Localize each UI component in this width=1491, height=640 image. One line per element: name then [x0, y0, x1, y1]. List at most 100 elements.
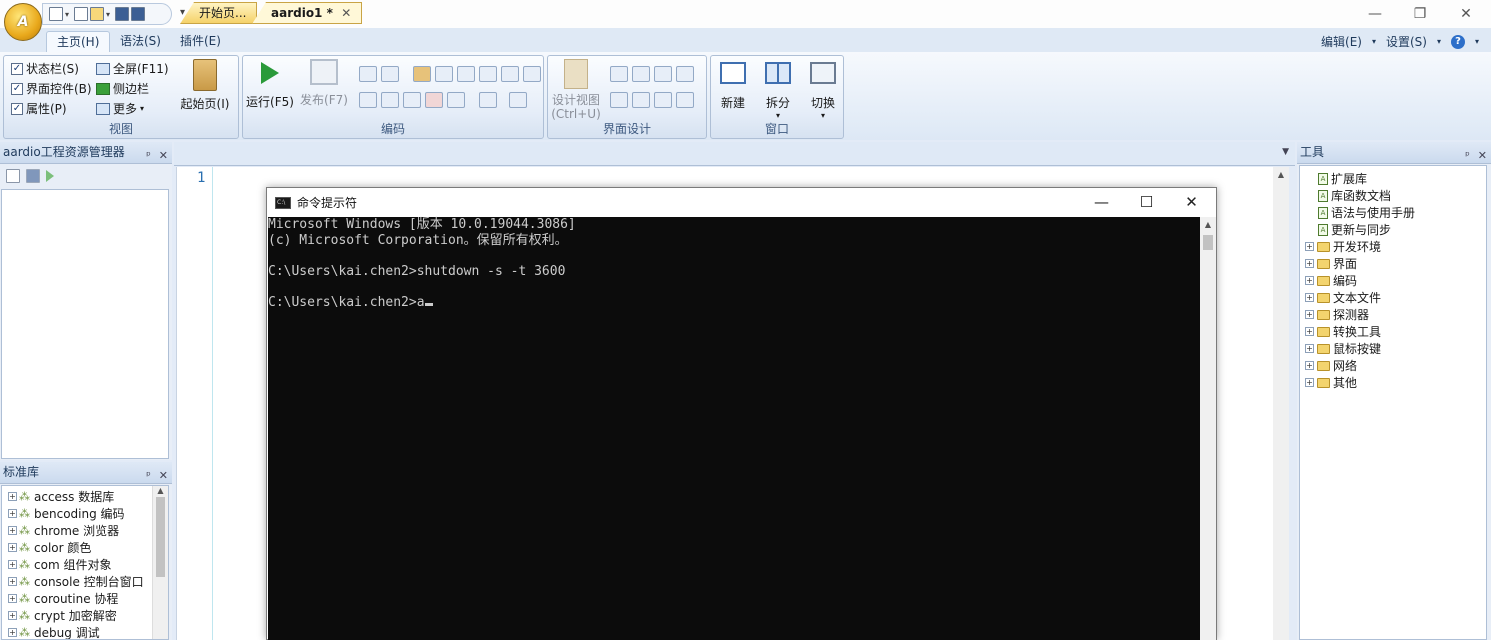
arrange-icon[interactable]: [676, 66, 694, 82]
more-button[interactable]: 更多 ▾: [96, 100, 144, 117]
list-item[interactable]: + ⁂ bencoding 编码: [2, 505, 168, 522]
cmd-maximize-button[interactable]: ☐: [1124, 188, 1169, 217]
list-item[interactable]: + ⁂ access 数据库: [2, 488, 168, 505]
expand-icon[interactable]: +: [1305, 276, 1314, 285]
close-icon[interactable]: ✕: [159, 145, 168, 166]
fullscreen-button[interactable]: 全屏(F11): [96, 60, 169, 77]
customize-qat-button[interactable]: ▾: [180, 7, 185, 18]
tree-folder-other[interactable]: + 其他: [1305, 374, 1357, 391]
save-all-icon[interactable]: [131, 7, 146, 21]
pin-icon[interactable]: ᵖ: [1465, 145, 1470, 166]
edit-menu[interactable]: 编辑(E): [1321, 33, 1362, 50]
expand-icon[interactable]: +: [8, 526, 17, 535]
help-icon[interactable]: ?: [1450, 34, 1465, 49]
expand-icon[interactable]: +: [1305, 327, 1314, 336]
tree-folder-converters[interactable]: + 转换工具: [1305, 323, 1381, 340]
close-icon[interactable]: ✕: [1478, 145, 1487, 166]
frame-icon[interactable]: [610, 92, 628, 108]
align-icon[interactable]: [610, 66, 628, 82]
library-scrollbar[interactable]: ▲: [152, 486, 168, 639]
scroll-up-icon[interactable]: ▲: [1273, 170, 1289, 179]
tree-folder-ui[interactable]: + 界面: [1305, 255, 1357, 272]
list-item[interactable]: + ⁂ console 控制台窗口: [2, 573, 168, 590]
align-center-icon[interactable]: [632, 66, 650, 82]
cmd-close-button[interactable]: ✕: [1169, 188, 1214, 217]
list-item[interactable]: + ⁂ chrome 浏览器: [2, 522, 168, 539]
undo-icon[interactable]: [447, 92, 465, 108]
list-item[interactable]: + ⁂ color 颜色: [2, 539, 168, 556]
expand-icon[interactable]: +: [8, 543, 17, 552]
close-button[interactable]: ✕: [1451, 4, 1481, 24]
split-button[interactable]: 拆分 ▾: [759, 62, 797, 120]
tree-folder-text-files[interactable]: + 文本文件: [1305, 289, 1381, 306]
scroll-thumb[interactable]: [156, 497, 165, 577]
pin-icon[interactable]: ᵖ: [146, 465, 151, 486]
close-icon[interactable]: ✕: [159, 465, 168, 486]
find-icon[interactable]: [509, 92, 527, 108]
window-go-icon[interactable]: [381, 92, 399, 108]
cmd-minimize-button[interactable]: —: [1079, 188, 1124, 217]
save-project-icon[interactable]: [26, 169, 40, 183]
expand-icon[interactable]: +: [1305, 378, 1314, 387]
chevron-down-icon[interactable]: ▾: [65, 10, 69, 19]
open-folder-icon[interactable]: [90, 7, 105, 21]
copy-icon[interactable]: [381, 66, 399, 82]
new-window-button[interactable]: 新建: [715, 62, 751, 111]
expand-icon[interactable]: +: [8, 628, 17, 637]
sidebar-button[interactable]: 侧边栏: [96, 80, 149, 97]
expand-icon[interactable]: +: [1305, 344, 1314, 353]
window-back-icon[interactable]: [403, 92, 421, 108]
expand-icon[interactable]: +: [8, 509, 17, 518]
expand-icon[interactable]: +: [8, 492, 17, 501]
paste-icon[interactable]: [413, 66, 431, 82]
start-page-button[interactable]: 起始页(I): [176, 59, 234, 112]
command-prompt-window[interactable]: C:\ 命令提示符 — ☐ ✕ Microsoft Windows [版本 10…: [266, 187, 1217, 640]
expand-icon[interactable]: +: [1305, 293, 1314, 302]
tree-item-extension-lib[interactable]: A 扩展库: [1318, 170, 1367, 187]
scroll-thumb[interactable]: [1203, 235, 1213, 250]
tab-plugins[interactable]: 插件(E): [170, 31, 231, 52]
pin-icon[interactable]: [654, 92, 672, 108]
tree-item-syntax-manual[interactable]: A 语法与使用手册: [1318, 204, 1415, 221]
run-project-icon[interactable]: [46, 170, 54, 182]
cmd-scrollbar[interactable]: ▲: [1200, 217, 1216, 640]
tree-folder-probes[interactable]: + 探测器: [1305, 306, 1369, 323]
close-tab-icon[interactable]: ✕: [341, 6, 351, 20]
tab-list-chevron-icon[interactable]: ▼: [1282, 147, 1289, 157]
uncomment-icon[interactable]: [523, 66, 541, 82]
properties-checkbox[interactable]: ✓ 属性(P): [11, 100, 67, 117]
publish-button[interactable]: 发布(F7): [299, 59, 349, 108]
cut-icon[interactable]: [359, 66, 377, 82]
console-input-line[interactable]: C:\Users\kai.chen2>a: [268, 295, 1200, 311]
new-file-icon[interactable]: [49, 7, 63, 21]
scroll-up-icon[interactable]: ▲: [153, 486, 168, 495]
app-menu-button[interactable]: A: [4, 3, 42, 41]
tab-aardio1[interactable]: aardio1 * ✕: [252, 2, 363, 24]
window-icon[interactable]: [359, 92, 377, 108]
scroll-up-icon[interactable]: ▲: [1200, 220, 1216, 229]
tree-folder-encoding[interactable]: + 编码: [1305, 272, 1357, 289]
list-item[interactable]: + ⁂ debug 调试: [2, 624, 168, 639]
tree-item-lib-docs[interactable]: A 库函数文档: [1318, 187, 1391, 204]
expand-icon[interactable]: +: [1305, 361, 1314, 370]
delete-icon[interactable]: [425, 92, 443, 108]
restore-button[interactable]: ❐: [1405, 4, 1435, 24]
tree-folder-mouse-keys[interactable]: + 鼠标按键: [1305, 340, 1381, 357]
tree-item-update-sync[interactable]: A 更新与同步: [1318, 221, 1391, 238]
project-tree[interactable]: [1, 189, 169, 459]
expand-icon[interactable]: +: [8, 577, 17, 586]
list-item[interactable]: + ⁂ coroutine 协程: [2, 590, 168, 607]
outdent-icon[interactable]: [479, 66, 497, 82]
redo-icon[interactable]: [479, 92, 497, 108]
status-bar-checkbox[interactable]: ✓ 状态栏(S): [11, 60, 79, 77]
tab-home[interactable]: 主页(H): [46, 31, 111, 52]
ui-controls-checkbox[interactable]: ✓ 界面控件(B): [11, 80, 92, 97]
expand-icon[interactable]: +: [8, 594, 17, 603]
new-project-icon[interactable]: [6, 169, 20, 183]
list-item[interactable]: + ⁂ crypt 加密解密: [2, 607, 168, 624]
expand-icon[interactable]: +: [1305, 310, 1314, 319]
switch-button[interactable]: 切换 ▾: [803, 62, 843, 120]
design-view-button[interactable]: 设计视图 (Ctrl+U): [548, 59, 604, 121]
format-icon[interactable]: [435, 66, 453, 82]
editor-scrollbar[interactable]: ▲: [1273, 167, 1289, 640]
